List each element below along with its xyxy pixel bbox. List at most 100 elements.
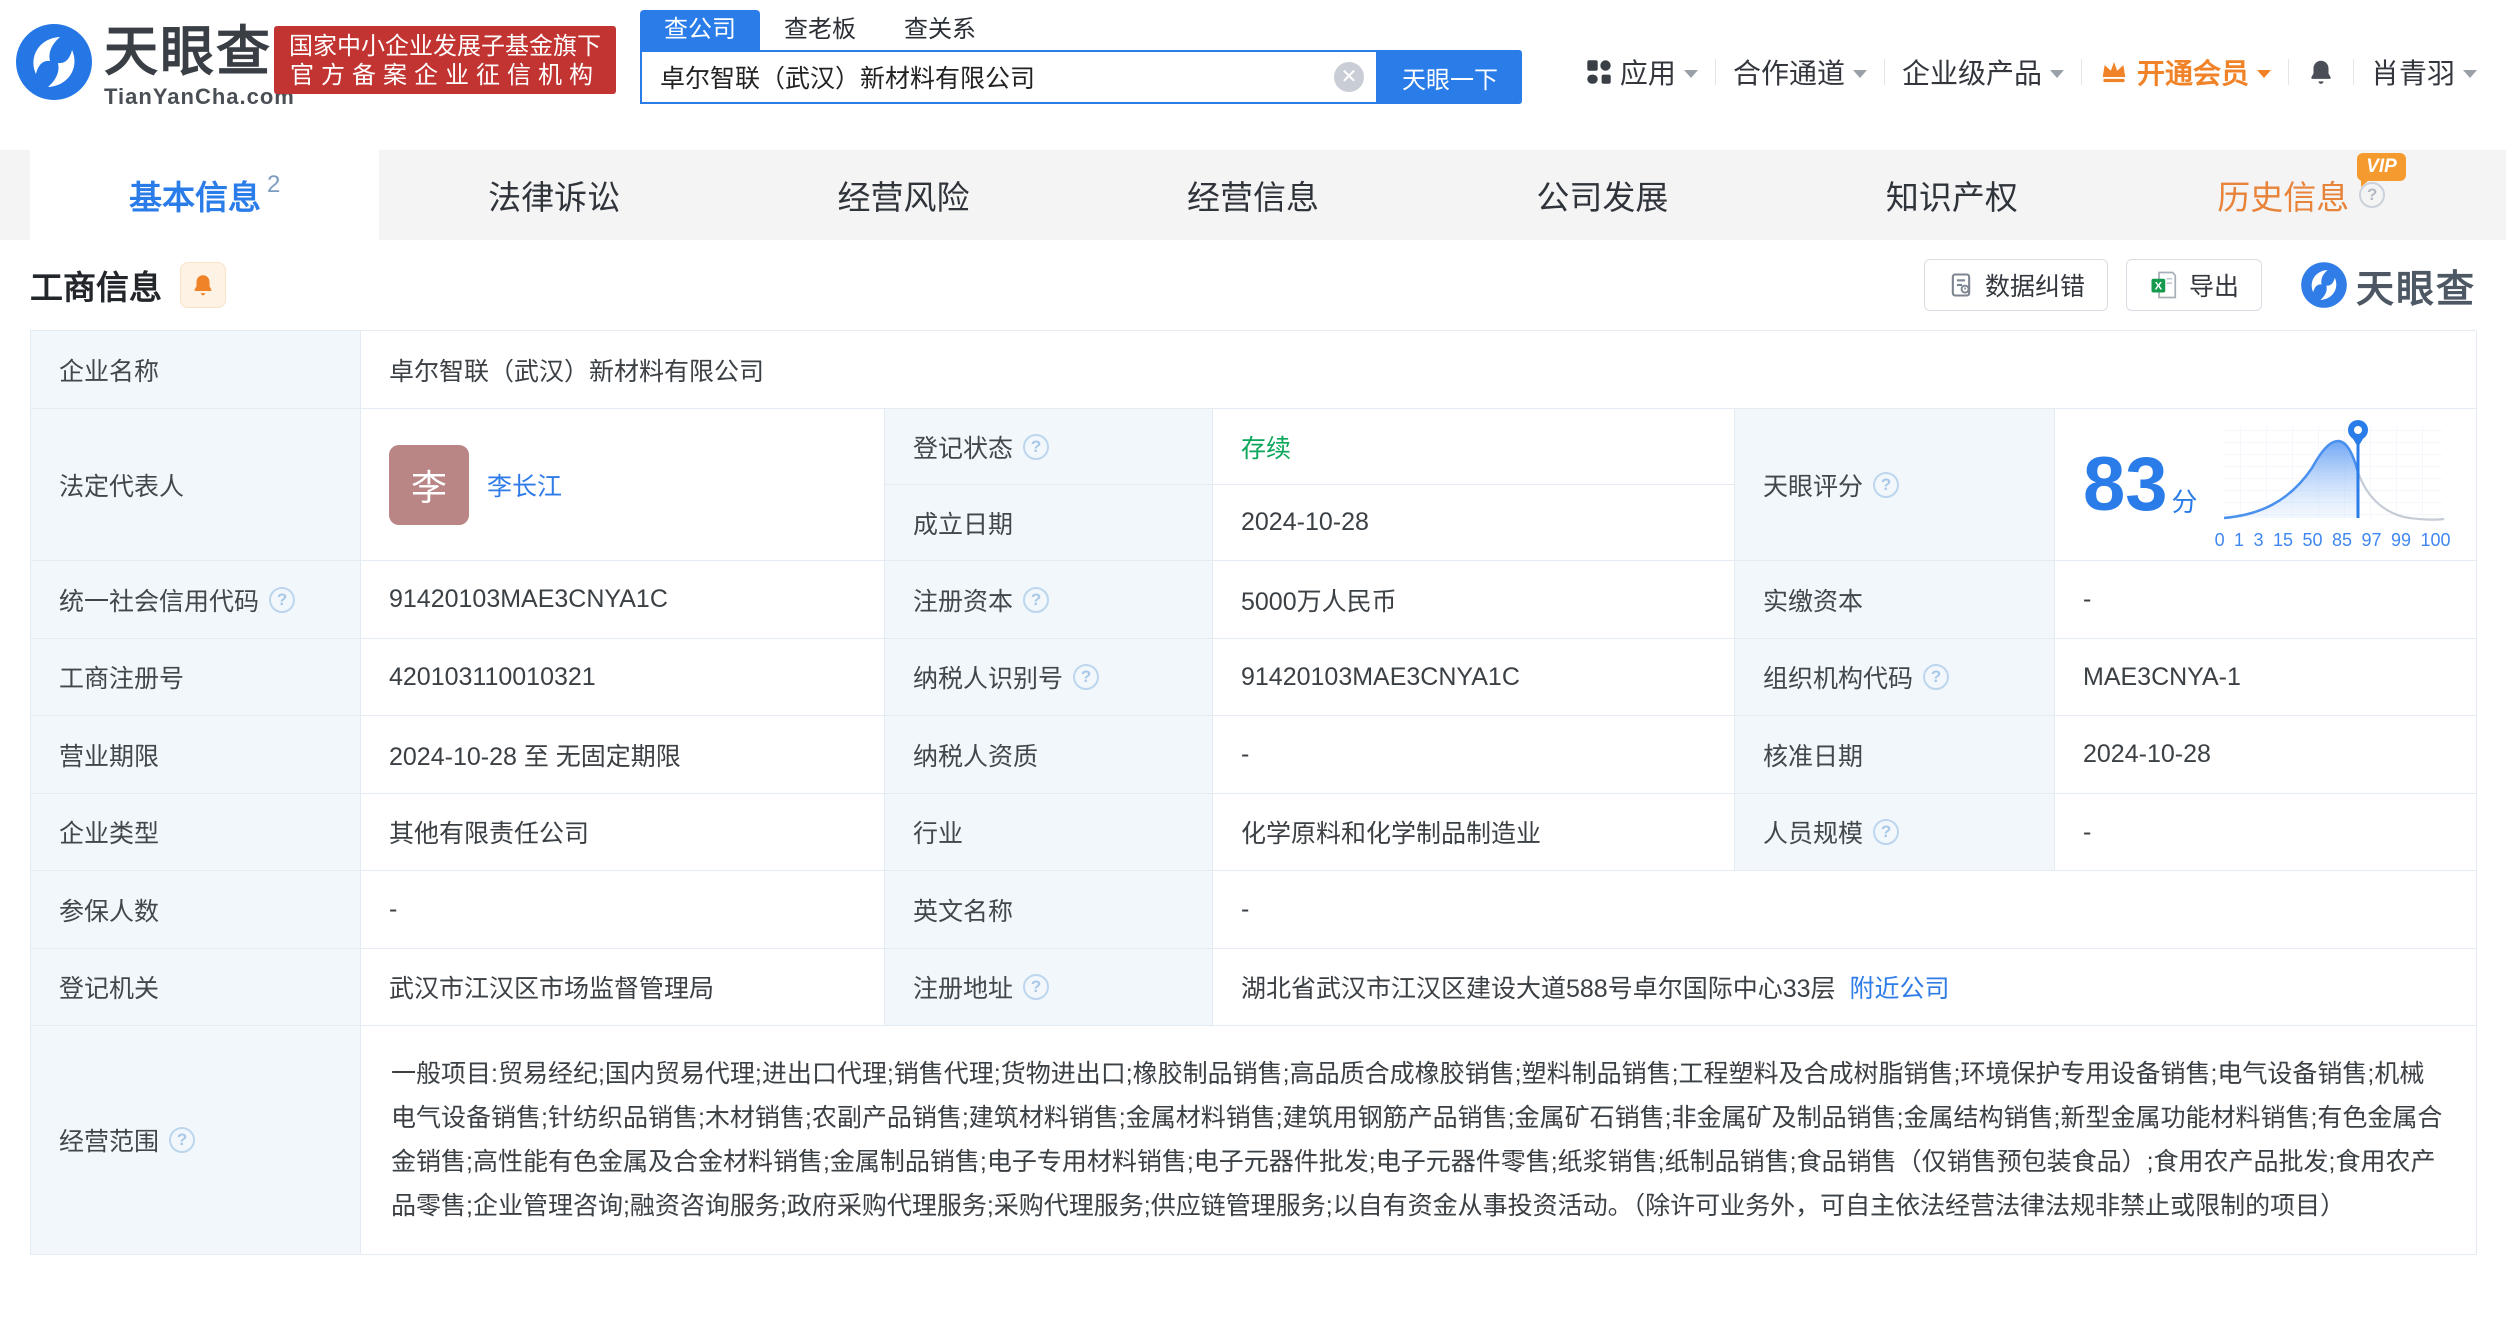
field-label-insured-num: 参保人数 — [31, 871, 361, 949]
field-label-score: 天眼评分 — [1735, 409, 2055, 561]
field-value-english-name: - — [1213, 871, 2477, 949]
help-icon[interactable] — [169, 1127, 196, 1153]
tab-basic-info-label: 基本信息 — [129, 179, 262, 216]
tianyancha-logo-icon — [16, 24, 92, 100]
field-label-org-code: 组织机构代码 — [1735, 639, 2055, 716]
tab-history-info[interactable]: VIP 历史信息 — [2127, 150, 2476, 240]
org-code-label-text: 组织机构代码 — [1763, 665, 1914, 693]
nav-divider — [2080, 59, 2082, 85]
nav-notifications[interactable] — [2306, 57, 2336, 87]
credential-badge-line2: 官方备案企业征信机构 — [290, 62, 600, 89]
field-value-score[interactable]: 83 分 0 1 3 15 50 85 97 99 100 — [2055, 409, 2477, 561]
tab-operating-risk-label: 经营风险 — [837, 179, 970, 216]
search-box: ✕ — [640, 50, 1378, 104]
data-correction-button[interactable]: 数据纠错 — [1923, 259, 2108, 311]
field-value-industry: 化学原料和化学制品制造业 — [1213, 794, 1735, 871]
scope-text: 一般项目:贸易经纪;国内贸易代理;进出口代理;销售代理;货物进出口;橡胶制品销售… — [391, 1060, 2443, 1220]
tab-basic-info[interactable]: 基本信息 2 — [30, 150, 380, 240]
field-label-english-name: 英文名称 — [885, 871, 1213, 949]
help-icon[interactable] — [1023, 433, 1050, 460]
field-value-taxpayer-no: 91420103MAE3CNYA1C — [1213, 639, 1735, 716]
help-icon[interactable] — [1923, 664, 1950, 690]
top-header: 天眼查 TianYanCha.com 国家中小企业发展子基金旗下 官方备案企业征… — [0, 0, 2506, 150]
field-label-scope: 经营范围 — [31, 1026, 361, 1255]
chevron-down-icon — [2256, 70, 2271, 78]
field-value-staff-scale: - — [2055, 794, 2477, 871]
field-value-address: 湖北省武汉市江汉区建设大道588号卓尔国际中心33层 附近公司 — [1213, 949, 2477, 1026]
crown-icon — [2102, 62, 2126, 83]
tab-operating-risk[interactable]: 经营风险 — [729, 150, 1078, 240]
address-label-text: 注册地址 — [913, 975, 1014, 1003]
export-label: 导出 — [2188, 273, 2239, 301]
field-label-credit-code: 统一社会信用代码 — [31, 561, 361, 639]
nav-vip[interactable]: 开通会员 — [2099, 52, 2271, 92]
nav-partner[interactable]: 合作通道 — [1733, 52, 1867, 92]
document-correct-icon — [1951, 273, 1971, 297]
brand-name: 天眼查 — [104, 22, 272, 82]
tab-company-development-label: 公司发展 — [1536, 179, 1669, 216]
field-value-paid-capital: - — [2055, 561, 2477, 639]
field-value-insured-num: - — [361, 871, 885, 949]
help-icon[interactable] — [1023, 974, 1050, 1000]
search-button[interactable]: 天眼一下 — [1378, 50, 1522, 104]
search-tab-relation[interactable]: 查关系 — [880, 10, 1000, 50]
field-label-taxpayer-no: 纳税人识别号 — [885, 639, 1213, 716]
section-header: 工商信息 数据纠错 X 导出 天眼查 — [0, 240, 2506, 330]
tianyancha-logo[interactable]: 天眼查 TianYanCha.com — [14, 22, 295, 110]
subscribe-bell-button[interactable] — [180, 262, 226, 308]
credential-badge: 国家中小企业发展子基金旗下 官方备案企业征信机构 — [274, 26, 616, 94]
tab-intellectual-property[interactable]: 知识产权 — [1777, 150, 2126, 240]
chevron-down-icon — [2049, 70, 2064, 78]
chevron-down-icon — [1683, 70, 1698, 78]
nav-user[interactable]: 肖青羽 — [2371, 52, 2477, 92]
nav-enterprise[interactable]: 企业级产品 — [1902, 52, 2064, 92]
help-icon[interactable] — [269, 586, 296, 613]
nav-divider — [1714, 59, 1716, 85]
nav-divider — [2352, 59, 2354, 85]
credit-code-label-text: 统一社会信用代码 — [59, 587, 260, 616]
search-tab-company[interactable]: 查公司 — [640, 10, 760, 50]
reg-status-label-text: 登记状态 — [913, 434, 1014, 463]
nav-divider — [1883, 59, 1885, 85]
field-label-reg-no: 工商注册号 — [31, 639, 361, 716]
help-icon[interactable] — [1073, 664, 1100, 690]
field-label-establish-date: 成立日期 — [885, 485, 1213, 561]
watermark-logo: 天眼查 — [2300, 258, 2476, 313]
tab-company-development[interactable]: 公司发展 — [1428, 150, 1777, 240]
svg-text:X: X — [2155, 280, 2163, 292]
field-label-company-type: 企业类型 — [31, 794, 361, 871]
legal-rep-avatar[interactable]: 李 — [389, 444, 469, 525]
search-input[interactable] — [642, 62, 1334, 92]
legal-rep-link[interactable]: 李长江 — [487, 467, 562, 503]
tab-legal[interactable]: 法律诉讼 — [379, 150, 728, 240]
field-value-company-name: 卓尔智联（武汉）新材料有限公司 — [361, 331, 2477, 409]
tab-business-info[interactable]: 经营信息 — [1078, 150, 1427, 240]
score-axis: 0 1 3 15 50 85 97 99 100 — [2214, 530, 2451, 550]
tianyancha-logo-icon — [2301, 262, 2347, 308]
field-value-establish-date: 2024-10-28 — [1213, 485, 1735, 561]
nav-apps[interactable]: 应用 — [1586, 52, 1698, 92]
search-clear-icon[interactable]: ✕ — [1334, 62, 1364, 92]
field-value-registry: 武汉市江汉区市场监督管理局 — [361, 949, 885, 1026]
field-label-term: 营业期限 — [31, 716, 361, 794]
search-tabs: 查公司 查老板 查关系 — [640, 10, 1000, 50]
credential-badge-line1: 国家中小企业发展子基金旗下 — [289, 33, 601, 60]
field-label-paid-capital: 实缴资本 — [1735, 561, 2055, 639]
help-icon[interactable] — [1023, 586, 1050, 613]
chevron-down-icon — [1852, 70, 1867, 78]
export-button[interactable]: X 导出 — [2125, 259, 2262, 311]
help-icon[interactable] — [1873, 471, 1900, 498]
field-value-company-type: 其他有限责任公司 — [361, 794, 885, 871]
apps-grid-icon — [1587, 60, 1611, 84]
vip-badge: VIP — [2357, 153, 2406, 187]
scope-label-text: 经营范围 — [59, 1128, 160, 1156]
header-nav: 应用 合作通道 企业级产品 开通会员 肖青羽 — [1573, 52, 2490, 92]
score-value: 83 — [2083, 441, 2168, 527]
help-icon[interactable] — [1873, 819, 1900, 845]
field-label-address: 注册地址 — [885, 949, 1213, 1026]
field-value-org-code: MAE3CNYA-1 — [2055, 639, 2477, 716]
search-tab-boss[interactable]: 查老板 — [760, 10, 880, 50]
field-label-legal-rep: 法定代表人 — [31, 409, 361, 561]
nearby-companies-link[interactable]: 附近公司 — [1850, 969, 1950, 1005]
bell-icon — [194, 275, 212, 296]
